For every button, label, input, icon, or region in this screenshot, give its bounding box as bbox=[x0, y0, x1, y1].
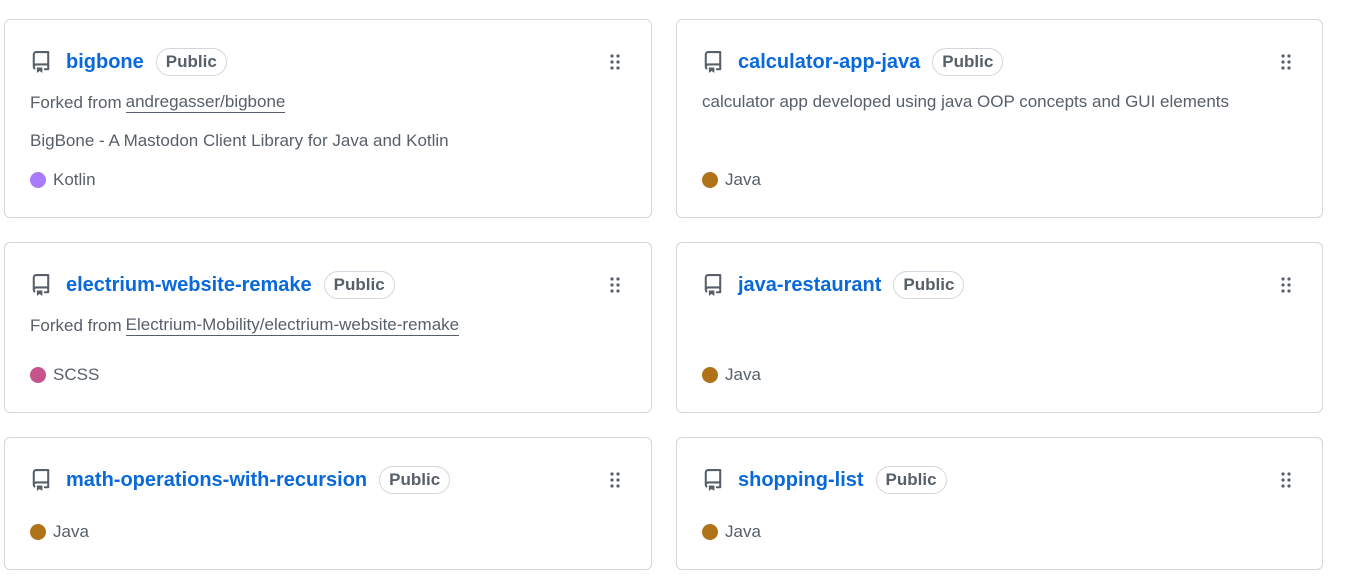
repo-icon bbox=[30, 469, 52, 491]
drag-handle-icon[interactable] bbox=[1280, 276, 1292, 294]
drag-handle-icon[interactable] bbox=[609, 53, 621, 71]
language-name: SCSS bbox=[53, 365, 100, 384]
language-color-dot bbox=[702, 524, 718, 540]
repo-card: calculator-app-java Public calculator ap… bbox=[676, 19, 1323, 218]
language-info: Kotlin bbox=[30, 170, 96, 190]
fork-info: Forked from Electrium-Mobility/electrium… bbox=[30, 315, 460, 336]
repo-title-row: bigbone Public bbox=[30, 48, 227, 76]
language-name: Java bbox=[725, 365, 761, 384]
language-color-dot bbox=[702, 367, 718, 383]
repo-name-link[interactable]: electrium-website-remake bbox=[66, 274, 312, 297]
repo-name-link[interactable]: math-operations-with-recursion bbox=[66, 469, 367, 492]
language-name: Java bbox=[725, 170, 761, 189]
drag-handle-icon[interactable] bbox=[609, 471, 621, 489]
repo-name-link[interactable]: java-restaurant bbox=[738, 274, 881, 297]
language-info: SCSS bbox=[30, 365, 99, 385]
language-name: Kotlin bbox=[53, 170, 96, 189]
fork-info: Forked from andregasser/bigbone bbox=[30, 92, 286, 113]
repo-card: java-restaurant Public Java bbox=[676, 242, 1323, 413]
language-name: Java bbox=[725, 522, 761, 541]
fork-prefix: Forked from bbox=[30, 315, 122, 335]
repo-card: bigbone Public Forked from andregasser/b… bbox=[4, 19, 652, 218]
visibility-badge: Public bbox=[932, 48, 1004, 76]
repo-card: math-operations-with-recursion Public Ja… bbox=[4, 437, 652, 570]
repo-icon bbox=[702, 51, 724, 73]
language-info: Java bbox=[702, 170, 761, 190]
fork-prefix: Forked from bbox=[30, 92, 122, 112]
repo-title-row: electrium-website-remake Public bbox=[30, 271, 395, 299]
repo-icon bbox=[702, 274, 724, 296]
drag-handle-icon[interactable] bbox=[1280, 471, 1292, 489]
drag-handle-icon[interactable] bbox=[1280, 53, 1292, 71]
repo-name-link[interactable]: bigbone bbox=[66, 51, 144, 74]
fork-source-link[interactable]: Electrium-Mobility/electrium-website-rem… bbox=[125, 315, 460, 336]
fork-source-link[interactable]: andregasser/bigbone bbox=[125, 92, 286, 113]
language-color-dot bbox=[30, 172, 46, 188]
repo-description: calculator app developed using java OOP … bbox=[702, 92, 1229, 111]
language-color-dot bbox=[30, 367, 46, 383]
repo-title-row: math-operations-with-recursion Public bbox=[30, 466, 451, 494]
language-name: Java bbox=[53, 522, 89, 541]
language-color-dot bbox=[702, 172, 718, 188]
language-info: Java bbox=[702, 522, 761, 542]
language-color-dot bbox=[30, 524, 46, 540]
repo-icon bbox=[702, 469, 724, 491]
language-info: Java bbox=[702, 365, 761, 385]
visibility-badge: Public bbox=[893, 271, 965, 299]
repo-card: electrium-website-remake Public Forked f… bbox=[4, 242, 652, 413]
repo-name-link[interactable]: shopping-list bbox=[738, 469, 864, 492]
repo-name-link[interactable]: calculator-app-java bbox=[738, 51, 920, 74]
visibility-badge: Public bbox=[379, 466, 451, 494]
repo-title-row: calculator-app-java Public bbox=[702, 48, 1004, 76]
language-info: Java bbox=[30, 522, 89, 542]
repo-description: BigBone - A Mastodon Client Library for … bbox=[30, 131, 449, 150]
drag-handle-icon[interactable] bbox=[609, 276, 621, 294]
repo-icon bbox=[30, 274, 52, 296]
repo-card: shopping-list Public Java bbox=[676, 437, 1323, 570]
visibility-badge: Public bbox=[875, 466, 947, 494]
repo-title-row: shopping-list Public bbox=[702, 466, 947, 494]
repo-title-row: java-restaurant Public bbox=[702, 271, 965, 299]
repo-icon bbox=[30, 51, 52, 73]
visibility-badge: Public bbox=[155, 48, 227, 76]
visibility-badge: Public bbox=[323, 271, 395, 299]
